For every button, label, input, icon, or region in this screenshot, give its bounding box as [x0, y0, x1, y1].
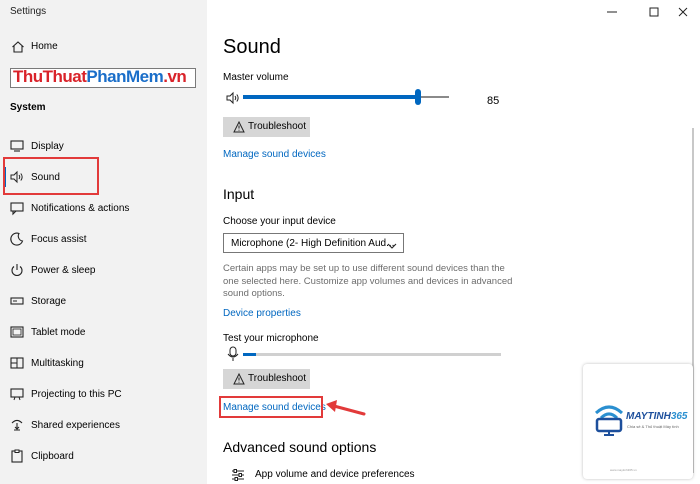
storage-icon	[9, 293, 25, 309]
minimize-button[interactable]	[601, 4, 623, 20]
sidebar-item-label: Display	[31, 141, 64, 152]
annotation-arrow	[326, 400, 366, 416]
input-description: Certain apps may be set up to use differ…	[223, 263, 513, 299]
sidebar-item-label: Tablet mode	[31, 327, 86, 338]
sidebar-item-notifications[interactable]: Notifications & actions	[0, 195, 207, 221]
sidebar-item-label: Shared experiences	[31, 420, 120, 431]
slider-fill	[243, 95, 419, 99]
window-title: Settings	[10, 6, 47, 17]
watermark-part2: PhanMem	[86, 67, 164, 86]
sidebar-item-label: Notifications & actions	[31, 203, 130, 214]
sidebar-item-label: Projecting to this PC	[31, 389, 122, 400]
master-volume-label: Master volume	[223, 72, 289, 83]
chevron-down-icon	[387, 238, 397, 249]
tablet-icon	[9, 324, 25, 340]
warning-icon	[233, 372, 245, 385]
notifications-icon	[9, 200, 25, 216]
annotation-box-manage-devices	[219, 396, 323, 418]
logo-name-part2: 365	[670, 411, 688, 422]
sidebar-item-label: Clipboard	[31, 451, 74, 462]
logo-wordmark: MAYTINH365	[626, 411, 688, 422]
troubleshoot-input-button[interactable]: Troubleshoot	[223, 369, 310, 389]
test-microphone-label: Test your microphone	[223, 333, 319, 344]
watermark-part1: ThuThuat	[13, 67, 87, 86]
logo-tagline: Chia sẻ & Thủ thuật Máy tính	[627, 424, 679, 429]
settings-window: Settings Home ThuThuatPhanMem.vn System …	[0, 0, 700, 484]
page-title: Sound	[223, 36, 281, 58]
sidebar-item-clipboard[interactable]: Clipboard	[0, 443, 207, 469]
sidebar-home-label: Home	[31, 41, 58, 52]
selected-device: Microphone (2- High Definition Aud...	[231, 238, 395, 249]
sidebar-item-label: Multitasking	[31, 358, 84, 369]
watermark-part3: .vn	[163, 67, 187, 86]
mic-level-fill	[243, 353, 256, 356]
sidebar-item-multitasking[interactable]: Multitasking	[0, 350, 207, 376]
troubleshoot-label: Troubleshoot	[248, 121, 306, 132]
logo-url: www.maytinh365.vn	[610, 468, 637, 472]
warning-icon	[233, 120, 245, 133]
input-heading: Input	[223, 186, 255, 202]
sidebar-item-display[interactable]: Display	[0, 133, 207, 159]
watermark-logo: ThuThuatPhanMem.vn	[13, 67, 187, 87]
sidebar-item-shared-experiences[interactable]: Shared experiences	[0, 412, 207, 438]
troubleshoot-label: Troubleshoot	[248, 373, 306, 384]
choose-input-label: Choose your input device	[223, 216, 336, 227]
section-title-system: System	[10, 102, 46, 113]
sidebar-item-projecting[interactable]: Projecting to this PC	[0, 381, 207, 407]
sidebar-item-label: Storage	[31, 296, 67, 307]
logo-name-part1: MAYTINH	[626, 411, 671, 422]
input-device-select[interactable]: Microphone (2- High Definition Aud...	[223, 233, 404, 253]
microphone-icon	[226, 346, 240, 367]
power-icon	[9, 262, 25, 278]
microphone-level-bar	[243, 353, 501, 356]
sidebar-item-focus-assist[interactable]: Focus assist	[0, 226, 207, 252]
sidebar-item-label: Power & sleep	[31, 265, 96, 276]
troubleshoot-button[interactable]: Troubleshoot	[223, 117, 310, 137]
moon-icon	[9, 231, 25, 247]
shared-icon	[9, 417, 25, 433]
wifi-monitor-icon	[594, 405, 624, 436]
sidebar: Settings Home ThuThuatPhanMem.vn System …	[0, 0, 207, 484]
sidebar-item-storage[interactable]: Storage	[0, 288, 207, 314]
display-icon	[9, 138, 25, 154]
annotation-box-sound	[3, 157, 99, 195]
slider-thumb[interactable]	[415, 89, 422, 105]
sidebar-item-tablet-mode[interactable]: Tablet mode	[0, 319, 207, 345]
sidebar-home[interactable]: Home	[0, 38, 207, 58]
app-volume-preferences-link[interactable]: App volume and device preferences	[255, 469, 415, 480]
device-properties-link[interactable]: Device properties	[223, 308, 301, 319]
multitasking-icon	[9, 355, 25, 371]
speaker-icon[interactable]	[225, 90, 241, 111]
sidebar-item-label: Focus assist	[31, 234, 87, 245]
manage-sound-devices-link[interactable]: Manage sound devices	[223, 149, 326, 160]
projecting-icon	[9, 386, 25, 402]
close-button[interactable]	[672, 4, 694, 20]
clipboard-icon	[9, 448, 25, 464]
master-volume-slider[interactable]	[243, 89, 449, 105]
advanced-heading: Advanced sound options	[223, 439, 377, 455]
maximize-button[interactable]	[643, 4, 665, 20]
sliders-icon	[230, 467, 246, 484]
volume-value: 85	[487, 95, 500, 107]
home-icon	[10, 39, 26, 55]
sidebar-item-power-sleep[interactable]: Power & sleep	[0, 257, 207, 283]
